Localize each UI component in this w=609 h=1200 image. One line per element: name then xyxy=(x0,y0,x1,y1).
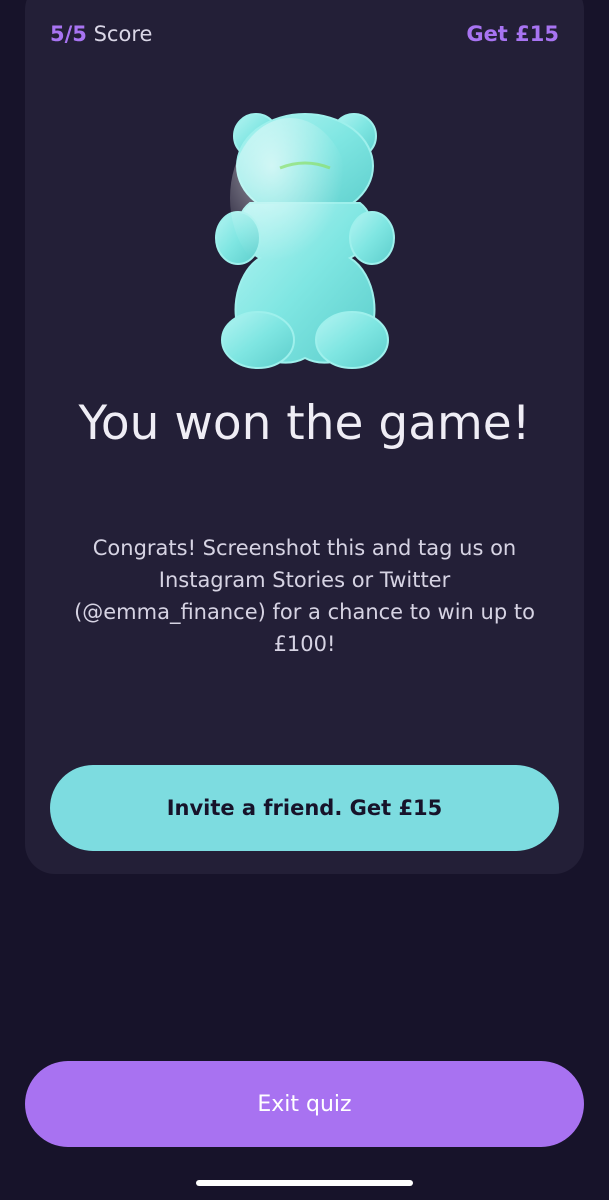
result-description: Congrats! Screenshot this and tag us on … xyxy=(74,536,535,656)
score-indicator: 5/5 Score xyxy=(50,22,152,46)
exit-quiz-button[interactable]: Exit quiz xyxy=(25,1061,584,1147)
home-indicator xyxy=(196,1180,413,1186)
invite-friend-button[interactable]: Invite a friend. Get £15 xyxy=(50,765,559,851)
score-label: Score xyxy=(93,22,153,46)
get-reward-link[interactable]: Get £15 xyxy=(466,22,559,46)
score-value: 5/5 xyxy=(50,22,87,46)
quiz-result-screen: 5/5 Score Get £15 You won the game! Cong… xyxy=(0,0,609,1200)
result-headline: You won the game! xyxy=(78,396,531,451)
gummy-bear-icon xyxy=(210,108,400,370)
